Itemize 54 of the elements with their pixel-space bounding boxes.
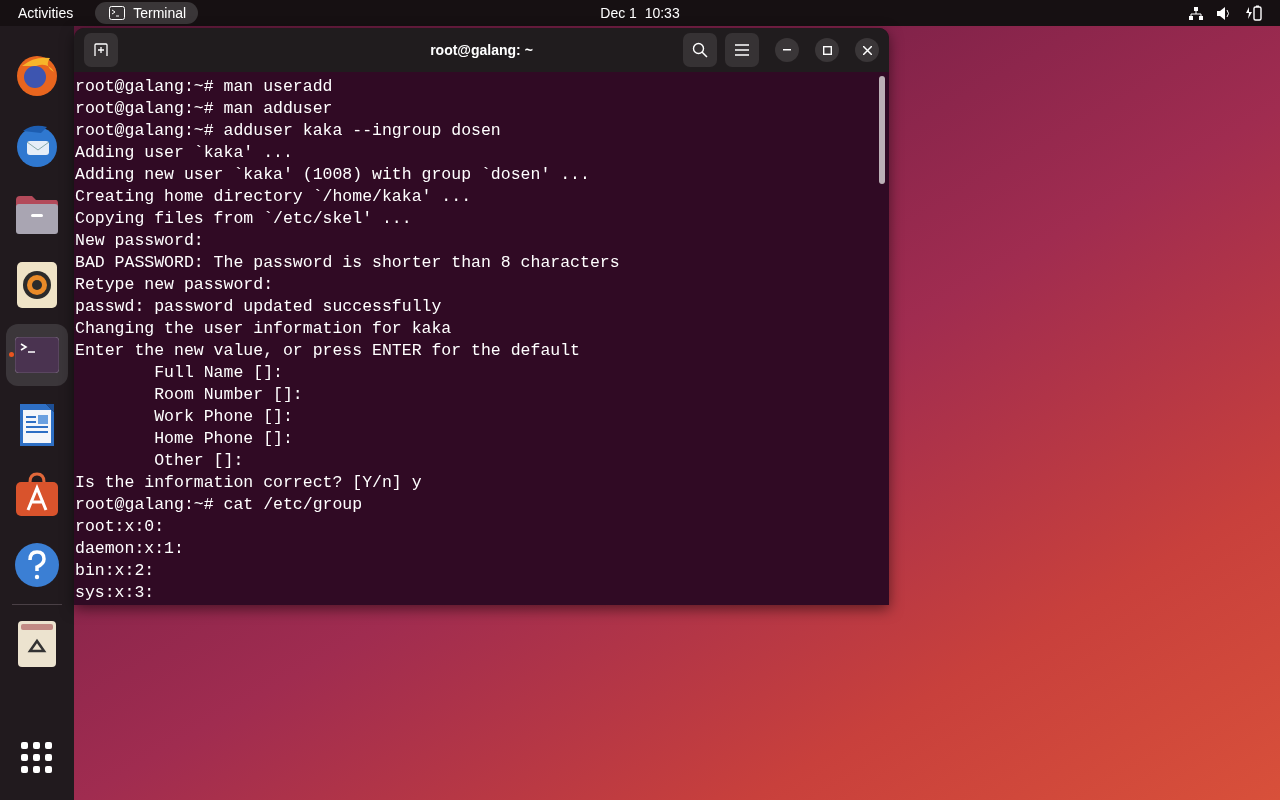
volume-icon	[1217, 6, 1232, 20]
maximize-button[interactable]	[815, 38, 839, 62]
terminal-icon	[109, 6, 126, 20]
speaker-icon	[17, 262, 57, 308]
shopping-bag-icon	[14, 472, 60, 518]
terminal-icon	[15, 337, 59, 373]
clock[interactable]: Dec 1 10:33	[600, 5, 680, 21]
terminal-line: Adding user `kaka' ...	[75, 142, 294, 164]
terminal-line: Full Name []:	[153, 362, 284, 384]
terminal-line: root@galang:~# man adduser	[75, 98, 334, 120]
terminal-line: Retype new password:	[75, 274, 275, 296]
terminal-line: bin:x:2:	[75, 560, 156, 582]
running-indicator	[9, 352, 14, 357]
document-icon	[18, 402, 56, 448]
terminal-line: root@galang:~# adduser kaka --ingroup dosen	[75, 120, 502, 142]
minimize-button[interactable]	[775, 38, 799, 62]
terminal-line: Enter the new value, or press ENTER for the default	[75, 340, 581, 362]
terminal-line: passwd: password updated successfully	[75, 296, 443, 318]
terminal-line: root@galang:~# cat /etc/group	[75, 494, 364, 516]
minimize-icon	[783, 49, 791, 51]
terminal-line: Changing the user information for kaka	[75, 318, 453, 340]
search-button[interactable]	[683, 33, 717, 67]
app-menu-button[interactable]: Terminal	[95, 2, 199, 24]
terminal-line: Other []:	[153, 450, 245, 472]
terminal-line: New password:	[75, 230, 205, 252]
close-button[interactable]	[855, 38, 879, 62]
help-icon	[14, 542, 60, 588]
terminal-line: Room Number []:	[153, 384, 304, 406]
terminal-line: daemon:x:1:	[75, 538, 185, 560]
trash-icon	[18, 621, 56, 667]
terminal-line: Copying files from `/etc/skel' ...	[75, 208, 413, 230]
terminal-line: Is the information correct? [Y/n] y	[75, 472, 423, 494]
menu-button[interactable]	[725, 33, 759, 67]
window-title: root@galang: ~	[430, 42, 533, 58]
terminal-line: sys:x:3:	[75, 582, 156, 604]
maximize-icon	[822, 45, 832, 55]
terminal-line: Work Phone []:	[153, 406, 294, 428]
terminal-line: root@galang:~# man useradd	[75, 76, 334, 98]
terminal-line: Home Phone []:	[153, 428, 294, 450]
terminal-line: BAD PASSWORD: The password is shorter than 8 characters	[75, 252, 621, 274]
new-tab-button[interactable]	[84, 33, 118, 67]
battery-icon	[1246, 5, 1262, 21]
scrollbar-thumb[interactable]	[879, 76, 885, 184]
folder-icon	[14, 194, 60, 236]
search-icon	[692, 42, 708, 58]
app-grid-icon	[21, 742, 53, 774]
network-icon	[1189, 6, 1203, 20]
terminal-line: Creating home directory `/home/kaka' ...	[75, 186, 473, 208]
terminal-line: Adding new user `kaka' (1008) with group `dosen' ...	[75, 164, 591, 186]
menu-icon	[735, 44, 749, 56]
terminal-line: root:x:0:	[75, 516, 166, 538]
activities-button[interactable]: Activities	[18, 5, 74, 21]
new-tab-icon	[94, 43, 108, 57]
close-icon	[862, 45, 872, 55]
